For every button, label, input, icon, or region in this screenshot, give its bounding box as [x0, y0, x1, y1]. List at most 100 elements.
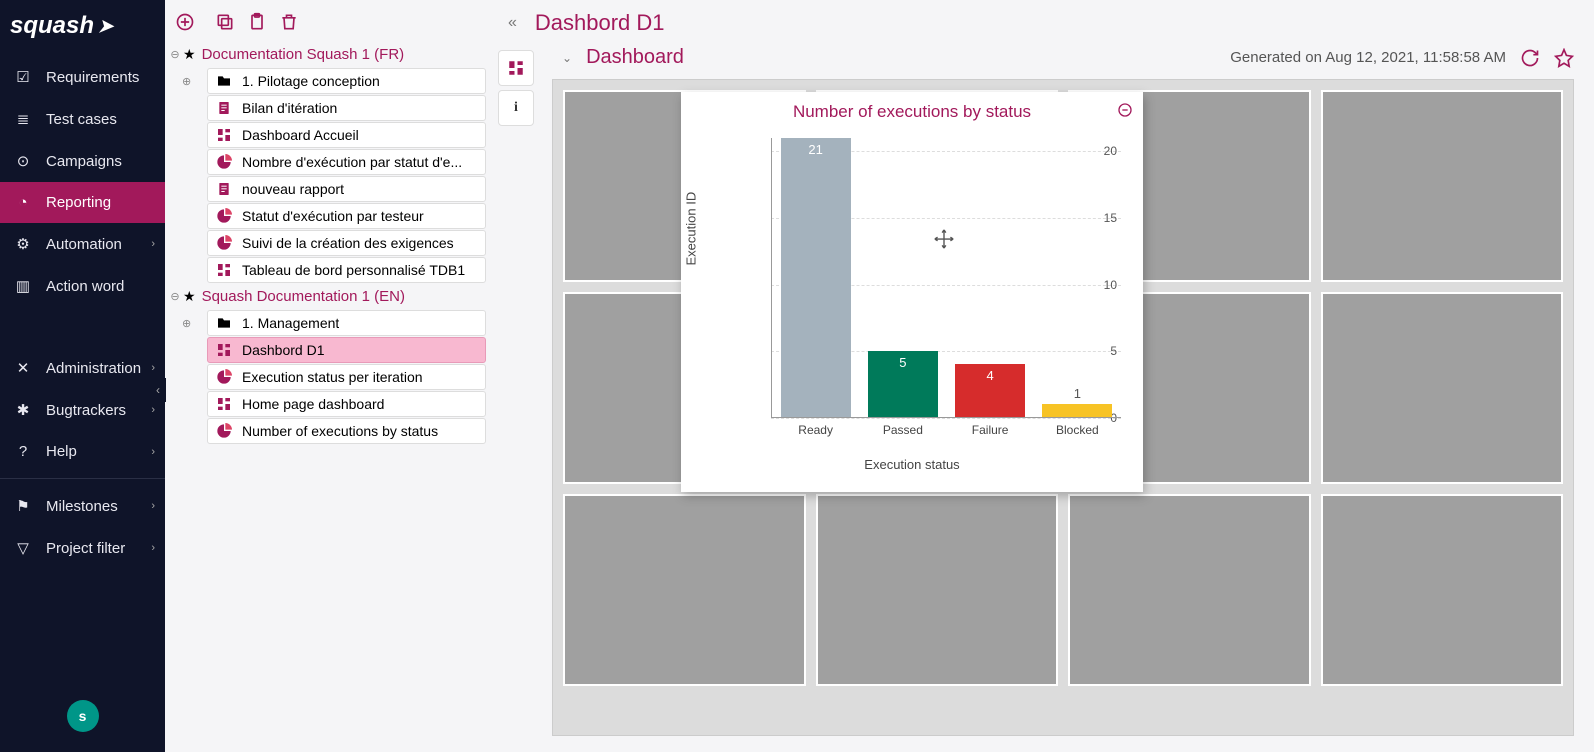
nav-administration[interactable]: ✕ Administration ›	[0, 347, 165, 389]
chart-title: Number of executions by status	[681, 92, 1143, 128]
nav-help[interactable]: ? Help ›	[0, 431, 165, 472]
expand-icon[interactable]: ⊕	[182, 317, 191, 330]
nav-bugtrackers[interactable]: ✱ Bugtrackers ›	[0, 389, 165, 431]
tree-item-label: Suivi de la création des exigences	[242, 235, 454, 251]
tree-item[interactable]: Suivi de la création des exigences	[207, 230, 486, 256]
nav-label: Project filter	[46, 540, 125, 557]
chevron-right-icon: ›	[151, 362, 155, 374]
chevron-right-icon: ›	[151, 404, 155, 416]
building-icon: ▥	[14, 277, 32, 295]
nav-automation[interactable]: ⚙ Automation ›	[0, 223, 165, 265]
bar-value: 1	[1042, 386, 1112, 401]
chevron-right-icon: ›	[151, 238, 155, 250]
paste-icon[interactable]	[247, 12, 267, 32]
nav-label: Administration	[46, 360, 141, 377]
avatar[interactable]: s	[67, 700, 99, 732]
nav-campaigns[interactable]: ⊙ Campaigns	[0, 140, 165, 182]
tree-item-label: Number of executions by status	[242, 423, 438, 439]
tree-item[interactable]: Bilan d'itération	[207, 95, 486, 121]
tree-item-label: nouveau rapport	[242, 181, 344, 197]
tree: ⊖ ★ Documentation Squash 1 (FR) ⊕ 1. Pilo…	[167, 42, 492, 744]
x-axis-label: Execution status	[681, 457, 1143, 472]
tree-item[interactable]: ⊕ 1. Pilotage conception	[207, 68, 486, 94]
grid-cell[interactable]	[816, 494, 1059, 686]
collapse-icon[interactable]: ⊖	[167, 48, 183, 61]
collapse-sidebar-button[interactable]: ‹	[150, 378, 166, 402]
add-icon[interactable]	[175, 12, 195, 32]
main-area: i « Dashbord D1 ⌄ Dashboard Generated on…	[498, 0, 1594, 752]
chart-icon	[216, 423, 232, 439]
expand-icon[interactable]: ⊕	[182, 75, 191, 88]
nav-project-filter[interactable]: ▽ Project filter ›	[0, 527, 165, 569]
tree-item[interactable]: Statut d'exécution par testeur	[207, 203, 486, 229]
chart-plot: 05101520 21 Ready 5 Passed 4 Failure 1 B…	[741, 138, 1121, 418]
tree-group[interactable]: Squash Documentation 1 (EN)	[202, 288, 405, 305]
nav-action-word[interactable]: ▥ Action word	[0, 265, 165, 307]
remove-chart-button[interactable]	[1117, 102, 1133, 123]
nav-test-cases[interactable]: ≣ Test cases	[0, 98, 165, 140]
tree-item[interactable]: nouveau rapport	[207, 176, 486, 202]
favorite-icon[interactable]	[1554, 48, 1574, 68]
chart-icon	[216, 235, 232, 251]
tree-item[interactable]: ⊕ 1. Management	[207, 310, 486, 336]
bar: 5	[868, 351, 938, 417]
grid-cell[interactable]	[1321, 90, 1564, 282]
tab-dashboard[interactable]	[498, 50, 534, 86]
pie-icon: ◔	[14, 194, 32, 211]
refresh-icon[interactable]	[1520, 48, 1540, 68]
main-sidebar: squash➤ ☑ Requirements ≣ Test cases ⊙ Ca…	[0, 0, 165, 752]
check-square-icon: ☑	[14, 68, 32, 86]
tree-item[interactable]: Dashbord D1	[207, 337, 486, 363]
header: « Dashbord D1	[498, 0, 1594, 42]
tree-item[interactable]: Dashboard Accueil	[207, 122, 486, 148]
bar-category: Passed	[859, 423, 946, 437]
dashboard-canvas[interactable]: Number of executions by status Execution…	[552, 79, 1574, 736]
help-icon: ?	[14, 443, 32, 460]
nav-milestones[interactable]: ⚑ Milestones ›	[0, 485, 165, 527]
chart-icon	[216, 208, 232, 224]
collapse-icon[interactable]: ⊖	[167, 290, 183, 303]
tree-item[interactable]: Nombre d'exécution par statut d'e...	[207, 149, 486, 175]
tree-item[interactable]: Number of executions by status	[207, 418, 486, 444]
tree-group[interactable]: Documentation Squash 1 (FR)	[202, 46, 405, 63]
dashboard-icon	[216, 262, 232, 278]
grid-cell[interactable]	[563, 494, 806, 686]
star-icon: ★	[183, 46, 196, 63]
chart-widget[interactable]: Number of executions by status Execution…	[681, 92, 1143, 492]
tree-item-label: Bilan d'itération	[242, 100, 337, 116]
bar-value: 4	[955, 368, 1025, 383]
tree-item[interactable]: Home page dashboard	[207, 391, 486, 417]
chart-icon	[216, 369, 232, 385]
chevron-right-icon: ›	[151, 542, 155, 554]
nav-reporting[interactable]: ◔ Reporting	[0, 182, 165, 223]
tree-item[interactable]: Execution status per iteration	[207, 364, 486, 390]
nav-label: Campaigns	[46, 153, 122, 170]
bar-category: Ready	[772, 423, 859, 437]
grid-cell[interactable]	[1321, 494, 1564, 686]
divider	[0, 478, 165, 479]
tools-icon: ✕	[14, 359, 32, 377]
logo-swoosh-icon: ➤	[98, 16, 113, 37]
grid-cell[interactable]	[1068, 494, 1311, 686]
generated-timestamp: Generated on Aug 12, 2021, 11:58:58 AM	[1230, 49, 1506, 66]
tree-item-label: Tableau de bord personnalisé TDB1	[242, 262, 465, 278]
flag-icon: ⚑	[14, 497, 32, 515]
grid-cell[interactable]	[1321, 292, 1564, 484]
tab-info[interactable]: i	[498, 90, 534, 126]
nav-label: Help	[46, 443, 77, 460]
tree-item-label: Execution status per iteration	[242, 369, 423, 385]
play-circle-icon: ⊙	[14, 152, 32, 170]
copy-icon[interactable]	[215, 12, 235, 32]
chart-icon	[216, 154, 232, 170]
page-title: Dashbord D1	[535, 10, 665, 36]
tree-panel: ⊖ ★ Documentation Squash 1 (FR) ⊕ 1. Pilo…	[165, 0, 498, 752]
tree-toolbar	[167, 8, 492, 42]
tree-item[interactable]: Tableau de bord personnalisé TDB1	[207, 257, 486, 283]
nav-label: Action word	[46, 278, 124, 295]
dashboard-icon	[216, 396, 232, 412]
delete-icon[interactable]	[279, 12, 299, 32]
chevron-right-icon: ›	[151, 446, 155, 458]
nav-requirements[interactable]: ☑ Requirements	[0, 56, 165, 98]
chevron-down-icon[interactable]: ⌄	[562, 51, 572, 65]
back-button[interactable]: «	[508, 14, 517, 32]
